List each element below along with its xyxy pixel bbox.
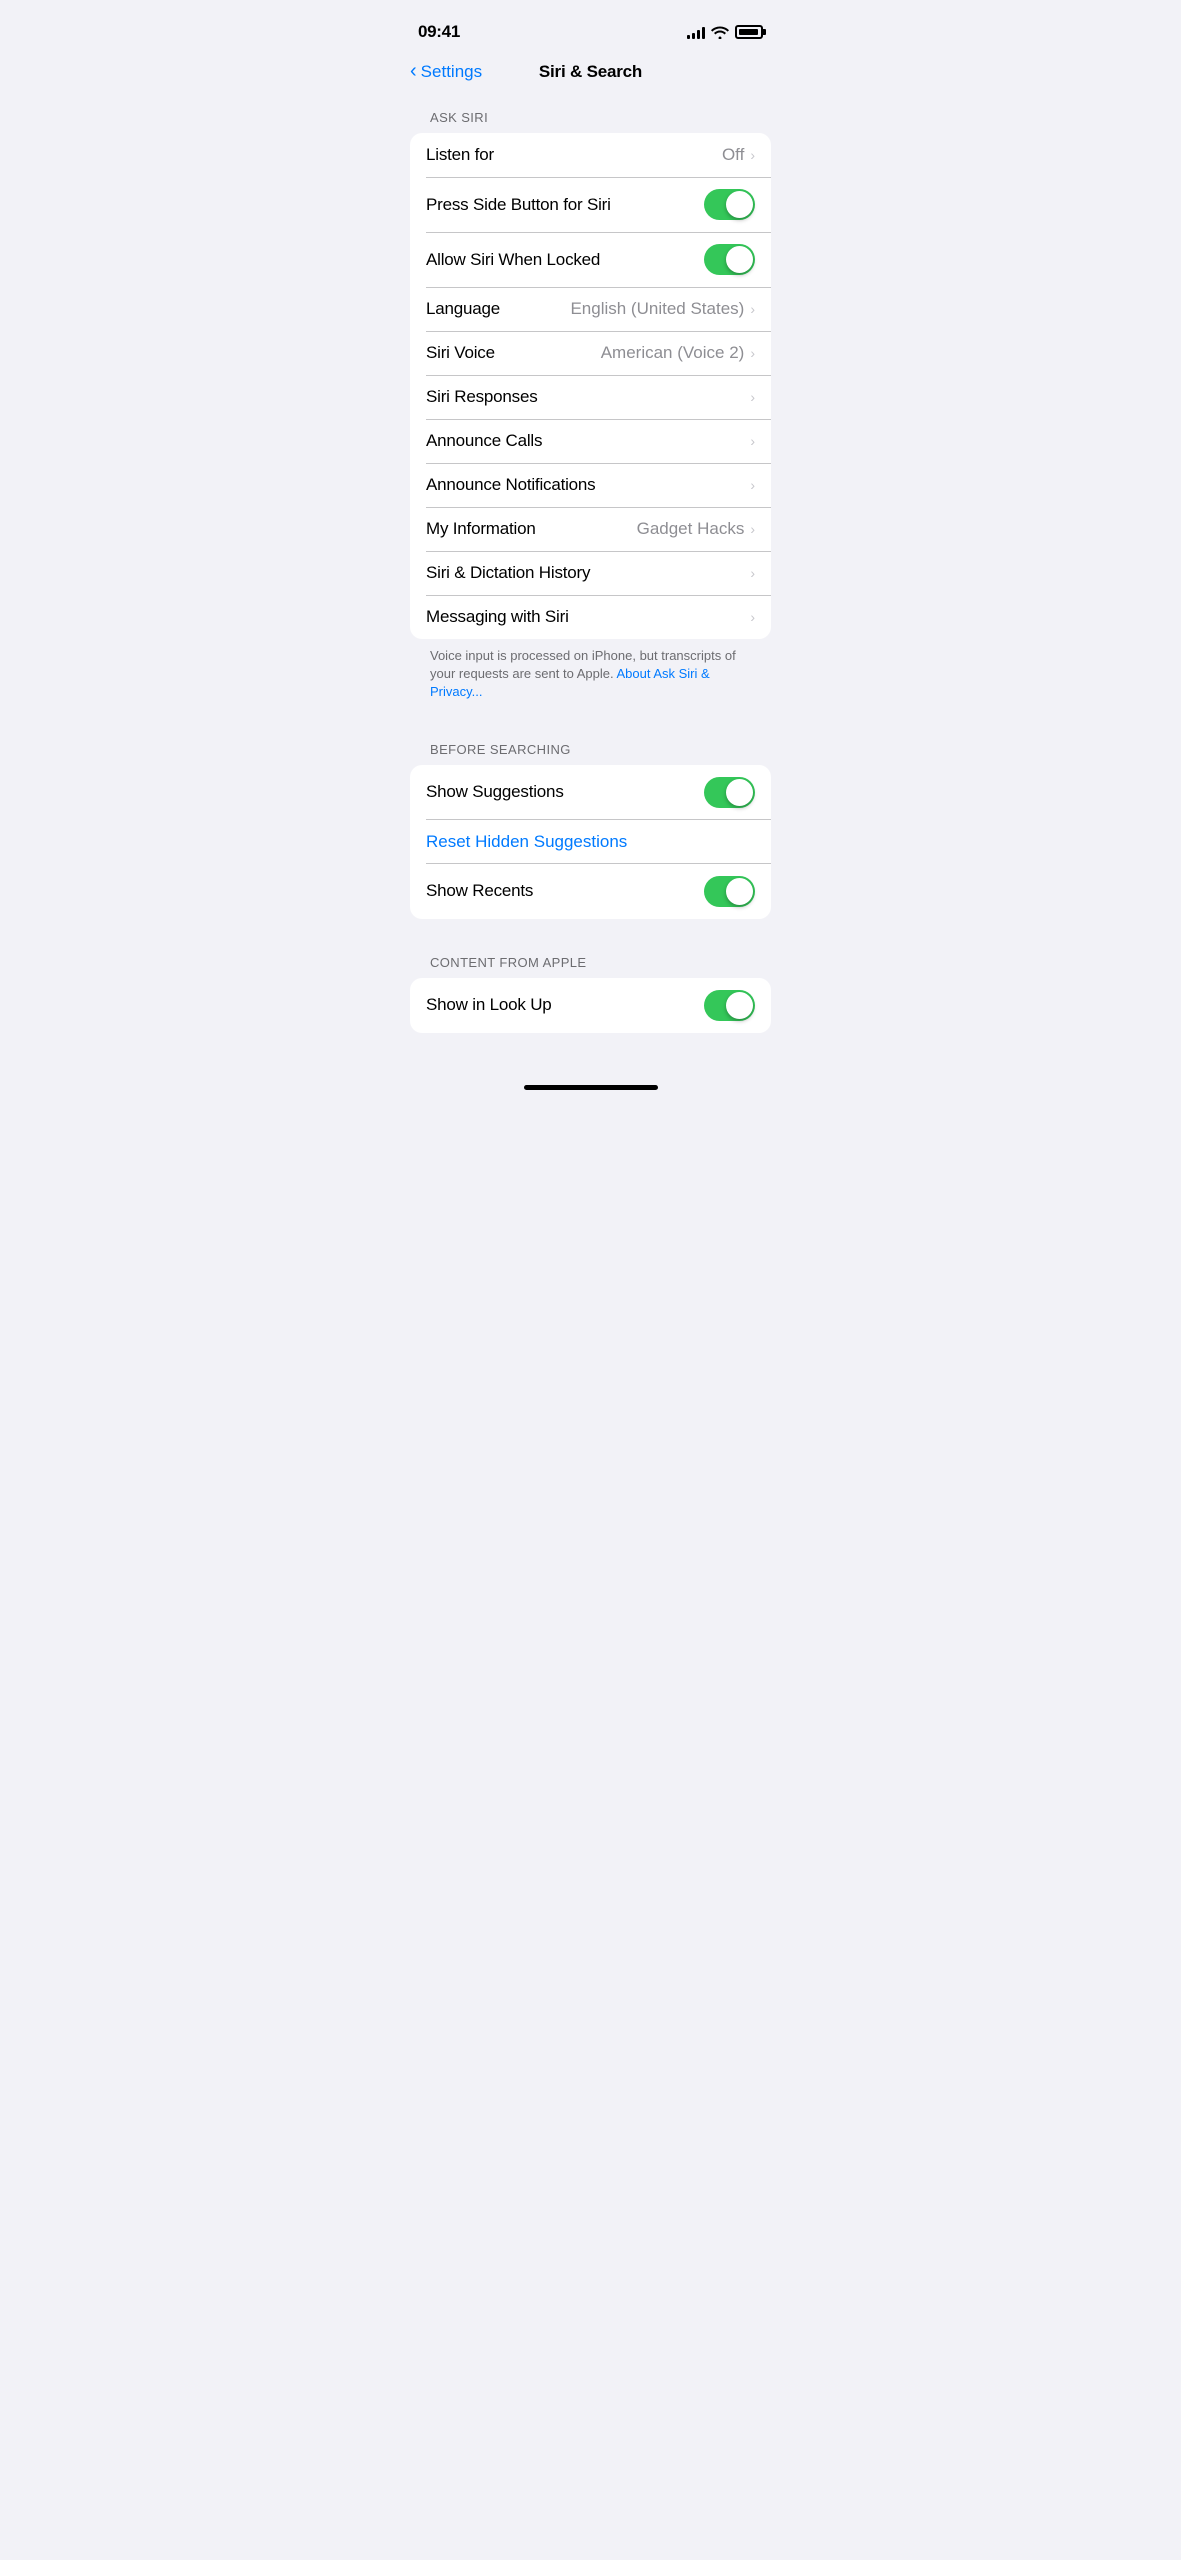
announce-calls-row[interactable]: Announce Calls ›: [410, 419, 771, 463]
content-from-apple-header: CONTENT FROM APPLE: [394, 935, 787, 978]
messaging-with-siri-row[interactable]: Messaging with Siri ›: [410, 595, 771, 639]
back-label: Settings: [421, 62, 482, 82]
press-side-button-label: Press Side Button for Siri: [426, 195, 611, 215]
show-recents-label: Show Recents: [426, 881, 533, 901]
siri-voice-value: American (Voice 2): [601, 343, 745, 363]
press-side-button-toggle[interactable]: [704, 189, 755, 220]
my-information-label: My Information: [426, 519, 536, 539]
status-bar: 09:41: [394, 0, 787, 50]
my-information-row[interactable]: My Information Gadget Hacks ›: [410, 507, 771, 551]
status-icons: [687, 25, 763, 39]
allow-when-locked-toggle[interactable]: [704, 244, 755, 275]
signal-icon: [687, 25, 705, 39]
siri-responses-label: Siri Responses: [426, 387, 538, 407]
messaging-with-siri-label: Messaging with Siri: [426, 607, 569, 627]
reset-hidden-suggestions-row[interactable]: Reset Hidden Suggestions: [410, 820, 771, 864]
show-in-look-up-row[interactable]: Show in Look Up: [410, 978, 771, 1033]
ask-siri-card: Listen for Off › Press Side Button for S…: [410, 133, 771, 639]
chevron-right-icon: ›: [750, 301, 755, 317]
allow-when-locked-row[interactable]: Allow Siri When Locked: [410, 232, 771, 287]
listen-for-row[interactable]: Listen for Off ›: [410, 133, 771, 177]
show-in-look-up-label: Show in Look Up: [426, 995, 552, 1015]
chevron-right-icon: ›: [750, 345, 755, 361]
announce-calls-label: Announce Calls: [426, 431, 542, 451]
chevron-right-icon: ›: [750, 565, 755, 581]
show-suggestions-label: Show Suggestions: [426, 782, 564, 802]
siri-dictation-history-row[interactable]: Siri & Dictation History ›: [410, 551, 771, 595]
wifi-icon: [711, 25, 729, 39]
before-searching-card: Show Suggestions Reset Hidden Suggestion…: [410, 765, 771, 919]
battery-icon: [735, 25, 763, 39]
back-button[interactable]: ‹ Settings: [410, 61, 482, 83]
language-value: English (United States): [570, 299, 744, 319]
siri-voice-label: Siri Voice: [426, 343, 495, 363]
chevron-right-icon: ›: [750, 609, 755, 625]
show-suggestions-toggle[interactable]: [704, 777, 755, 808]
show-recents-row[interactable]: Show Recents: [410, 864, 771, 919]
chevron-right-icon: ›: [750, 433, 755, 449]
chevron-right-icon: ›: [750, 389, 755, 405]
home-indicator: [524, 1085, 658, 1090]
allow-when-locked-label: Allow Siri When Locked: [426, 250, 600, 270]
listen-for-value: Off: [722, 145, 744, 165]
language-label: Language: [426, 299, 500, 319]
chevron-right-icon: ›: [750, 147, 755, 163]
language-row[interactable]: Language English (United States) ›: [410, 287, 771, 331]
announce-notifications-label: Announce Notifications: [426, 475, 596, 495]
listen-for-label: Listen for: [426, 145, 494, 165]
back-chevron-icon: ‹: [410, 60, 417, 83]
before-searching-header: BEFORE SEARCHING: [394, 722, 787, 765]
press-side-button-row[interactable]: Press Side Button for Siri: [410, 177, 771, 232]
content-from-apple-card: Show in Look Up: [410, 978, 771, 1033]
status-time: 09:41: [418, 22, 460, 42]
nav-header: ‹ Settings Siri & Search: [394, 50, 787, 90]
siri-voice-row[interactable]: Siri Voice American (Voice 2) ›: [410, 331, 771, 375]
ask-siri-header: ASK SIRI: [394, 90, 787, 133]
my-information-value: Gadget Hacks: [637, 519, 745, 539]
announce-notifications-row[interactable]: Announce Notifications ›: [410, 463, 771, 507]
siri-responses-row[interactable]: Siri Responses ›: [410, 375, 771, 419]
page-title: Siri & Search: [539, 62, 642, 82]
show-in-look-up-toggle[interactable]: [704, 990, 755, 1021]
chevron-right-icon: ›: [750, 521, 755, 537]
show-suggestions-row[interactable]: Show Suggestions: [410, 765, 771, 820]
show-recents-toggle[interactable]: [704, 876, 755, 907]
reset-hidden-suggestions-label: Reset Hidden Suggestions: [426, 832, 627, 852]
chevron-right-icon: ›: [750, 477, 755, 493]
ask-siri-footer: Voice input is processed on iPhone, but …: [394, 639, 787, 722]
siri-dictation-history-label: Siri & Dictation History: [426, 563, 590, 583]
